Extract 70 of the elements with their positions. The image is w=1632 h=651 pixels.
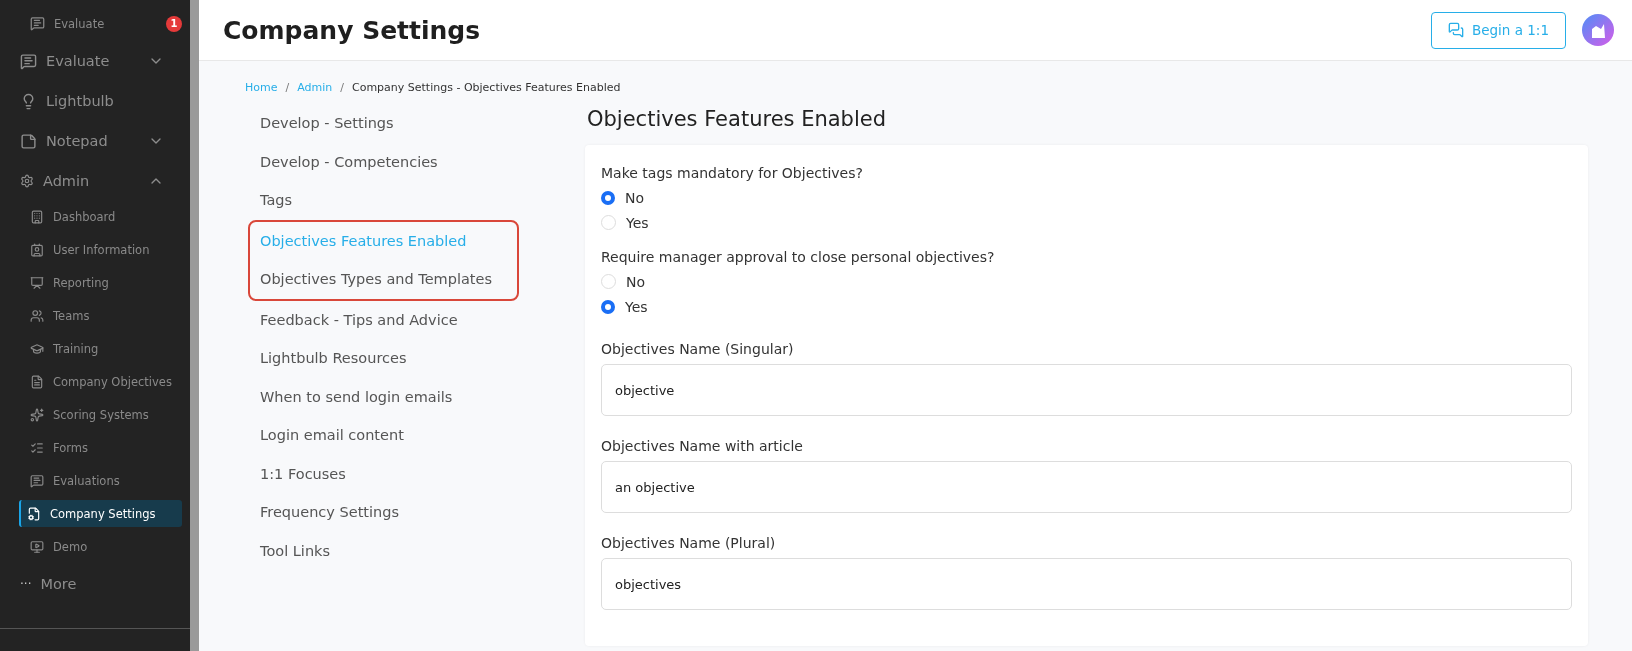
settings-nav-item[interactable]: Login email content	[245, 416, 585, 455]
settings-nav-item[interactable]: Develop - Competencies	[245, 142, 585, 181]
message-icon	[20, 52, 37, 70]
radio-label: Yes	[625, 298, 648, 315]
sidebar-item[interactable]: Evaluate	[0, 41, 190, 81]
text-field[interactable]: objective	[601, 364, 1572, 416]
sidebar-item[interactable]: Admin	[0, 161, 190, 201]
sidebar-subitem[interactable]: Teams	[19, 302, 182, 329]
radio-label: Yes	[626, 214, 649, 231]
text-field[interactable]: objectives	[601, 558, 1572, 610]
settings-nav-item[interactable]: 1:1 Focuses	[245, 454, 585, 493]
monitor-icon	[30, 539, 44, 554]
sidebar-item[interactable]: Notepad	[0, 121, 190, 161]
field-label: Objectives Name with article	[601, 438, 804, 454]
breadcrumb-separator: /	[340, 81, 344, 94]
settings-nav-item[interactable]: Tags	[245, 181, 585, 220]
chat-bubbles-icon	[1447, 22, 1464, 38]
sidebar-subitem[interactable]: Scoring Systems	[19, 401, 182, 428]
stars-icon	[30, 407, 44, 422]
settings-nav-item[interactable]: Frequency Settings	[245, 493, 585, 532]
question-label: Make tags mandatory for Objectives?	[601, 165, 864, 181]
users-icon	[30, 308, 44, 323]
radio-button[interactable]	[601, 299, 615, 314]
sidebar-subitem[interactable]: Training	[19, 335, 182, 362]
settings-nav-item[interactable]: Objectives Features Enabled	[250, 221, 517, 260]
sidebar-subitem[interactable]: Evaluations	[19, 467, 182, 494]
note-icon	[20, 132, 37, 150]
presentation-icon	[30, 275, 44, 290]
sidebar-subitem[interactable]: Company Objectives	[19, 368, 182, 395]
page-title: Company Settings	[223, 15, 482, 45]
document-icon	[30, 374, 44, 389]
breadcrumb-link[interactable]: Admin	[297, 81, 333, 94]
sidebar-subitem[interactable]: Dashboard	[19, 203, 182, 230]
settings-nav-item[interactable]: Objectives Types and Templates	[250, 260, 517, 299]
breadcrumb-current: Company Settings - Objectives Features Enabled	[352, 81, 621, 94]
radio-label: No	[625, 189, 645, 206]
notification-badge: 1	[166, 15, 182, 32]
text-field[interactable]: an objective	[601, 461, 1572, 513]
begin-one-on-one-button[interactable]: Begin a 1:1	[1430, 11, 1566, 49]
breadcrumb-separator: /	[285, 81, 290, 94]
radio-button[interactable]	[601, 190, 615, 205]
question-label: Require manager approval to close personal objectives?	[601, 249, 996, 265]
building-icon	[30, 209, 44, 224]
section-title: Objectives Features Enabled	[587, 107, 888, 131]
sidebar-subitem[interactable]: User Information	[19, 236, 182, 263]
list-checks-icon	[30, 440, 44, 455]
field-label: Objectives Name (Singular)	[601, 341, 795, 357]
settings-nav-item[interactable]: Tool Links	[245, 531, 585, 570]
message-icon	[30, 16, 45, 31]
avatar-icon[interactable]	[1582, 14, 1614, 46]
sidebar-subitem[interactable]: Reporting	[19, 269, 182, 296]
more-item[interactable]: ··· More	[0, 564, 190, 604]
radio-label: No	[626, 273, 646, 290]
message-icon	[30, 473, 44, 488]
breadcrumb-link[interactable]: Home	[245, 81, 278, 94]
file-gear-icon	[27, 506, 41, 521]
field-label: Objectives Name (Plural)	[601, 535, 777, 551]
sidebar-item[interactable]: Evaluate 1	[19, 10, 182, 37]
contact-card-icon	[30, 242, 44, 257]
settings-nav-item[interactable]: Develop - Settings	[245, 104, 585, 143]
settings-nav-item[interactable]: When to send login emails	[245, 377, 585, 416]
graduation-cap-icon	[30, 341, 44, 356]
settings-icon	[20, 174, 34, 188]
sidebar-item[interactable]: Lightbulb	[0, 81, 190, 121]
ellipsis-icon: ···	[20, 577, 32, 591]
settings-nav-item[interactable]: Lightbulb Resources	[245, 339, 585, 378]
sidebar-subitem[interactable]: Demo	[19, 533, 182, 560]
sidebar-subitem[interactable]: Company Settings	[19, 500, 182, 527]
settings-nav-item[interactable]: Feedback - Tips and Advice	[245, 300, 585, 339]
sidebar-subitem[interactable]: Forms	[19, 434, 182, 461]
